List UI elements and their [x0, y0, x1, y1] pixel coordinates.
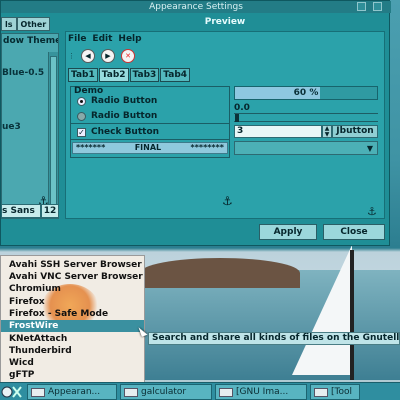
menu-item[interactable]: Avahi VNC Server Browser: [1, 271, 144, 283]
window-titlebar[interactable]: Appearance Settings: [1, 1, 391, 13]
window-icon: [314, 387, 328, 397]
minimize-icon[interactable]: [357, 2, 366, 11]
slider-value: 0.0: [234, 103, 250, 113]
task-appearance[interactable]: Appearan...: [27, 383, 117, 400]
taskbar: Appearan... galculator [GNU Ima... [Tool: [0, 382, 400, 400]
slider-thumb[interactable]: [235, 114, 239, 122]
radio-label-2: Radio Button: [91, 111, 158, 121]
spin-input[interactable]: 3: [234, 125, 322, 138]
desktop-background-mast: [350, 250, 354, 380]
scrollbar-thumb[interactable]: [50, 56, 57, 206]
demo-label: Demo: [74, 86, 104, 96]
window-theme-list: dow Themes Blue-0.5 ue3 ⚓: [1, 33, 59, 219]
stop-icon[interactable]: ✕: [121, 49, 135, 63]
preview-toolbar: ⋮ ◀ ▶ ✕: [68, 48, 135, 64]
demo-button[interactable]: Jbutton: [332, 125, 378, 138]
task-label: Appearan...: [48, 386, 101, 397]
back-icon[interactable]: ◀: [81, 49, 95, 63]
divider: [71, 123, 229, 124]
preview-header: Preview: [204, 17, 246, 27]
apply-button[interactable]: Apply: [259, 224, 317, 240]
tab-other[interactable]: Other: [16, 17, 51, 31]
chevron-down-icon: ▼: [366, 144, 373, 153]
tab-controls[interactable]: ls: [1, 17, 17, 31]
preview-menubar: File Edit Help: [68, 34, 142, 45]
font-size-button[interactable]: 12: [41, 204, 59, 218]
preview-tabs: Tab1 Tab2 Tab3 Tab4: [68, 68, 191, 82]
menu-item[interactable]: KNetAttach: [1, 333, 144, 345]
progress-bar: 60 %: [234, 86, 378, 100]
theme-list-scrollbar[interactable]: [48, 52, 58, 218]
tab-2[interactable]: Tab2: [98, 68, 129, 82]
radio-button-2[interactable]: [77, 112, 86, 121]
menu-help[interactable]: Help: [118, 34, 141, 45]
task-label: galculator: [141, 386, 187, 397]
final-text: FINAL: [134, 143, 162, 152]
font-name-button[interactable]: s Sans: [1, 204, 41, 218]
progress-text: 60 %: [293, 88, 319, 98]
forward-icon[interactable]: ▶: [101, 49, 115, 63]
menu-item-highlighted[interactable]: FrostWire: [1, 320, 144, 332]
task-tool[interactable]: [Tool: [310, 383, 360, 400]
spin-arrows-icon[interactable]: ▲ ▼: [322, 125, 332, 138]
desktop-background-sail: [292, 245, 352, 375]
anchor-icon: ⚓: [222, 194, 233, 208]
menu-edit[interactable]: Edit: [92, 34, 112, 45]
menu-item[interactable]: Firefox: [1, 296, 144, 308]
menu-file[interactable]: File: [68, 34, 86, 45]
window-title: Appearance Settings: [149, 2, 243, 12]
toolbar-grip-icon: ⋮: [68, 52, 75, 60]
window-icon: [219, 387, 233, 397]
final-mask-left: *******: [76, 143, 106, 152]
radio-button-1[interactable]: [77, 97, 86, 106]
combo-box[interactable]: ▼: [234, 141, 378, 155]
final-mask-right: ********: [190, 143, 224, 152]
menu-item[interactable]: gFTP: [1, 369, 144, 381]
theme-item[interactable]: Blue-0.5: [2, 68, 44, 78]
close-button[interactable]: Close: [323, 224, 385, 240]
settings-tabs: ls Other: [1, 17, 51, 31]
task-galculator[interactable]: galculator: [120, 383, 212, 400]
window-icon: [31, 387, 45, 397]
start-menu-icon[interactable]: [0, 384, 24, 400]
tooltip: Search and share all kinds of files on t…: [148, 332, 400, 345]
close-window-icon[interactable]: [373, 2, 382, 11]
theme-list-header: dow Themes: [3, 36, 58, 46]
tab-1[interactable]: Tab1: [68, 68, 98, 82]
menu-item[interactable]: Firefox - Safe Mode: [1, 308, 144, 320]
tab-4[interactable]: Tab4: [160, 68, 191, 82]
task-gimp[interactable]: [GNU Ima...: [215, 383, 307, 400]
check-label: Check Button: [91, 127, 160, 137]
divider: [71, 139, 229, 140]
menu-item[interactable]: Avahi SSH Server Browser: [1, 259, 144, 271]
radio-label-1: Radio Button: [91, 96, 158, 106]
menu-item[interactable]: Wicd: [1, 357, 144, 369]
desktop-background-hill: [140, 258, 300, 288]
theme-item[interactable]: ue3: [2, 122, 21, 132]
preview-panel: File Edit Help ⋮ ◀ ▶ ✕ Tab1 Tab2 Tab3 Ta…: [65, 31, 385, 219]
slider[interactable]: [234, 113, 378, 122]
task-label: [Tool: [331, 386, 352, 397]
anchor-icon: ⚓: [367, 205, 377, 218]
final-entry[interactable]: ******* FINAL ********: [72, 142, 228, 154]
window-icon: [124, 387, 138, 397]
font-selector: s Sans 12: [1, 204, 59, 218]
appearance-settings-window: Appearance Settings ls Other dow Themes …: [0, 0, 391, 246]
tab-3[interactable]: Tab3: [129, 68, 160, 82]
menu-item[interactable]: Chromium: [1, 283, 144, 295]
application-menu: Avahi SSH Server Browser Avahi VNC Serve…: [0, 255, 145, 383]
task-label: [GNU Ima...: [236, 386, 289, 397]
check-button[interactable]: ✓: [77, 128, 86, 137]
menu-item[interactable]: Thunderbird: [1, 345, 144, 357]
